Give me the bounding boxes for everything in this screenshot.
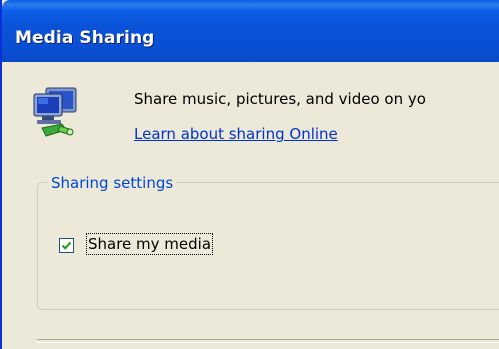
share-my-media-label[interactable]: Share my media	[85, 233, 214, 255]
bottom-divider	[37, 339, 499, 343]
title-bar[interactable]: Media Sharing	[2, 0, 499, 62]
window-title: Media Sharing	[15, 28, 155, 48]
dialog-content: Share music, pictures, and video on yo L…	[2, 62, 499, 349]
sharing-settings-title: Sharing settings	[48, 174, 177, 192]
learn-about-sharing-link[interactable]: Learn about sharing Online	[134, 125, 338, 143]
checkmark-icon	[61, 241, 72, 250]
network-computer-icon	[28, 86, 82, 140]
share-my-media-checkbox[interactable]	[59, 238, 74, 253]
media-sharing-window: Media Sharing Share music, pictures, and…	[0, 0, 499, 349]
sharing-description: Share music, pictures, and video on yo	[134, 90, 426, 108]
